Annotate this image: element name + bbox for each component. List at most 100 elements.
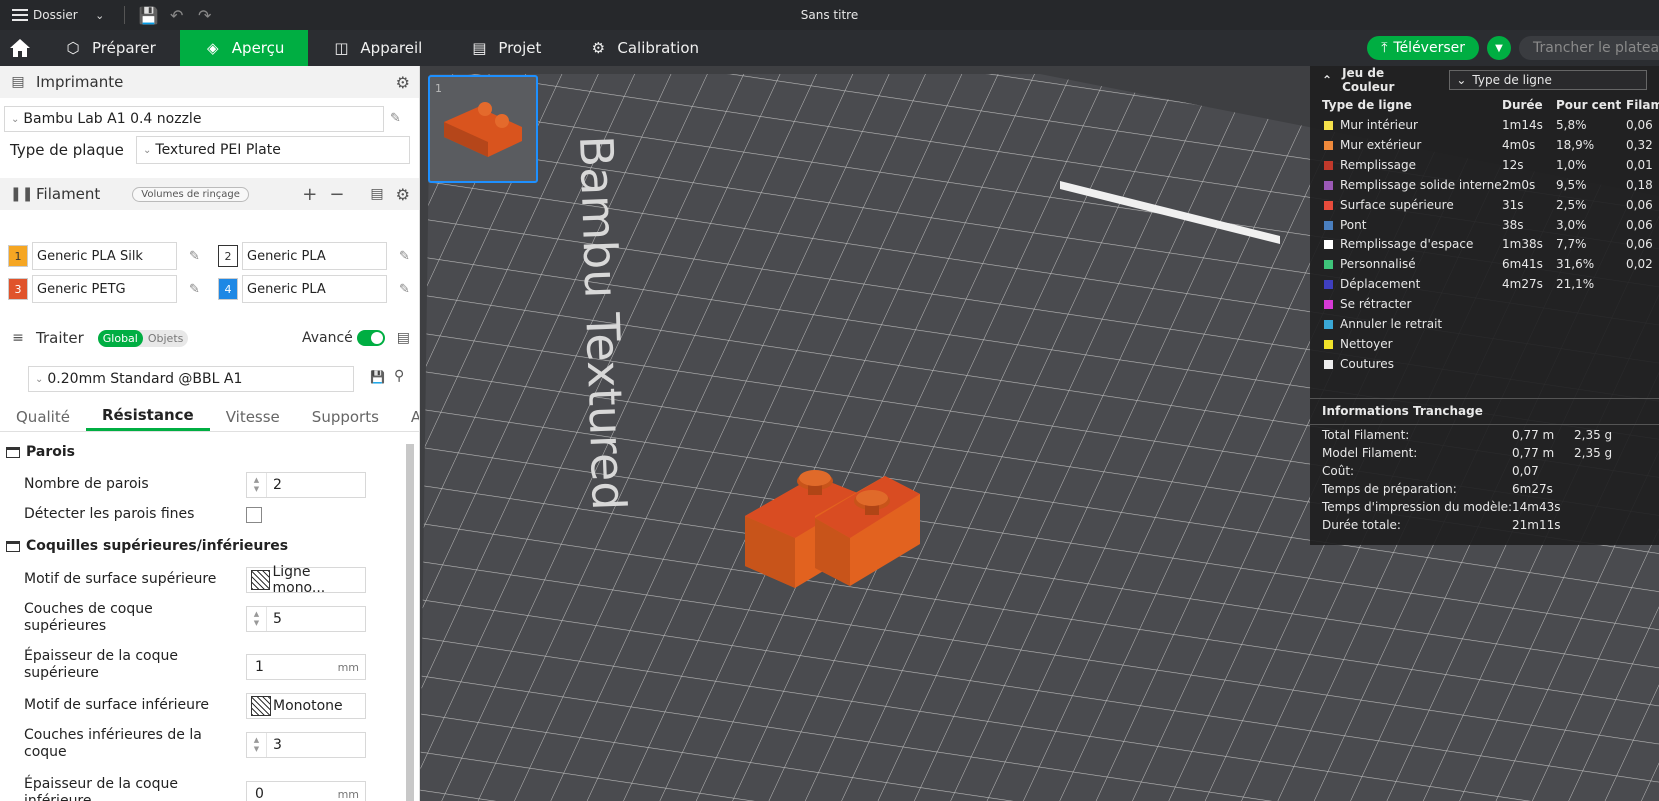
filament-slot-2[interactable]: 2 Generic PLA ✎ [218, 242, 410, 270]
legend-row[interactable]: Déplacement 4m27s 21,1% [1310, 275, 1659, 295]
filament-slot-1[interactable]: 1 Generic PLA Silk ✎ [8, 242, 200, 270]
chevron-up-icon[interactable]: ⌃ [1322, 73, 1332, 87]
filament-name[interactable]: Generic PLA [242, 275, 387, 303]
legend-swatch [1324, 180, 1333, 190]
legend-type-name: Annuler le retrait [1340, 317, 1443, 331]
slice-info-title: Informations Tranchage [1322, 404, 1483, 418]
home-button[interactable] [0, 30, 40, 66]
legend-filament: 0,06 [1626, 237, 1653, 252]
tab-preview[interactable]: ◈ Aperçu [179, 30, 309, 66]
legend-row[interactable]: Annuler le retrait [1310, 315, 1659, 335]
tab-strength[interactable]: Résistance [85, 402, 210, 431]
legend-row[interactable]: Remplissage 12s 1,0% 0,01 [1310, 156, 1659, 176]
tab-quality[interactable]: Qualité [0, 402, 86, 431]
search-icon[interactable]: ⚲ [394, 368, 404, 384]
file-menu-button[interactable]: Dossier [0, 0, 86, 30]
plate-type-select[interactable]: ⌄ Textured PEI Plate [136, 136, 410, 164]
info-key: Model Filament: [1322, 446, 1418, 460]
filament-color-swatch[interactable]: 1 [8, 245, 28, 267]
advanced-switch[interactable] [356, 330, 385, 346]
stepper-icon[interactable]: ▲ ▼ [247, 473, 267, 497]
top-thickness-input[interactable]: 1 mm [246, 654, 366, 680]
save-icon[interactable]: 💾 [370, 370, 385, 384]
save-icon[interactable]: 💾 [135, 6, 163, 25]
legend-row[interactable]: Coutures [1310, 355, 1659, 375]
process-preset-select[interactable]: ⌄ 0.20mm Standard @BBL A1 [28, 366, 354, 392]
bottom-layers-input[interactable]: ▲ ▼ 3 [246, 732, 366, 758]
tab-device[interactable]: ◫ Appareil [308, 30, 446, 66]
edit-icon[interactable]: ✎ [189, 249, 200, 264]
tab-other[interactable]: Autre [395, 402, 419, 431]
legend-type-name: Coutures [1340, 356, 1394, 371]
color-legend-panel: ⌃ Jeu de Couleur ⌄ Type de ligne Type de… [1310, 66, 1659, 545]
legend-view-value: Type de ligne [1472, 73, 1552, 87]
filament-slot-3[interactable]: 3 Generic PETG ✎ [8, 275, 200, 303]
stepper-icon[interactable]: ▲ ▼ [247, 733, 267, 757]
global-toggle[interactable]: Global [97, 329, 143, 347]
tab-project[interactable]: ▤ Projet [446, 30, 565, 66]
sync-icon[interactable]: ▤ [370, 186, 383, 202]
add-icon[interactable]: + [302, 184, 317, 205]
settings-sidebar: ▤ Imprimante ⚙ ⌄ Bambu Lab A1 0.4 nozzle… [0, 66, 420, 801]
tab-supports[interactable]: Supports [296, 402, 395, 431]
edit-icon[interactable]: ✎ [399, 282, 410, 297]
plate-type-label: Type de plaque [10, 141, 124, 159]
scrollbar-thumb[interactable] [406, 444, 414, 801]
tab-speed[interactable]: Vitesse [210, 402, 296, 431]
filament-color-swatch[interactable]: 3 [8, 278, 28, 300]
list-icon[interactable]: ▤ [397, 330, 410, 346]
legend-swatch [1324, 359, 1333, 369]
undo-icon[interactable]: ↶ [163, 6, 191, 25]
edit-icon[interactable]: ✎ [189, 282, 200, 297]
legend-row[interactable]: Mur intérieur 1m14s 5,8% 0,06 [1310, 116, 1659, 136]
slice-plate-button[interactable]: Trancher le plateau [1519, 36, 1659, 60]
slice-info-row: Coût: 0,07 [1322, 464, 1659, 482]
chevron-down-icon[interactable]: ⌄ [86, 9, 114, 22]
chevron-down-icon: ⌄ [143, 144, 152, 156]
gear-icon[interactable]: ⚙ [396, 73, 410, 92]
upload-button[interactable]: ⤒ Téléverser [1367, 36, 1479, 60]
legend-row[interactable]: Remplissage solide interne 2m0s 9,5% 0,18 [1310, 176, 1659, 196]
top-layers-input[interactable]: ▲ ▼ 5 [246, 606, 366, 632]
col-filament: Filam [1626, 98, 1659, 112]
tab-prepare[interactable]: ⬡ Préparer [40, 30, 180, 66]
filament-name[interactable]: Generic PLA [242, 242, 387, 270]
edit-icon[interactable]: ✎ [390, 111, 401, 126]
legend-row[interactable]: Se rétracter [1310, 295, 1659, 315]
top-pattern-value: Ligne mono... [272, 564, 326, 596]
legend-row[interactable]: Mur extérieur 4m0s 18,9% 0,32 [1310, 136, 1659, 156]
printer-select[interactable]: ⌄ Bambu Lab A1 0.4 nozzle [4, 106, 384, 132]
stepper-icon[interactable]: ▲ ▼ [247, 607, 267, 631]
top-pattern-select[interactable]: Ligne mono... [246, 564, 366, 596]
legend-row[interactable]: Personnalisé 6m41s 31,6% 0,02 [1310, 255, 1659, 275]
edit-icon[interactable]: ✎ [399, 249, 410, 264]
objects-toggle[interactable]: Objets [143, 330, 189, 347]
wall-count-input[interactable]: ▲ ▼ 2 [246, 472, 366, 498]
info-key: Temps de préparation: [1322, 482, 1457, 496]
bottom-thickness-input[interactable]: 0 mm [246, 781, 366, 801]
filament-color-swatch[interactable]: 4 [218, 278, 238, 300]
flush-volumes-button[interactable]: Volumes de rinçage [132, 186, 249, 202]
global-objects-toggle[interactable]: Global Objets [97, 329, 189, 347]
filament-color-swatch[interactable]: 2 [218, 245, 238, 267]
legend-row[interactable]: Pont 38s 3,0% 0,06 [1310, 216, 1659, 236]
divider [123, 6, 125, 24]
legend-row[interactable]: Surface supérieure 31s 2,5% 0,06 [1310, 196, 1659, 216]
settings-scrollbar[interactable] [406, 444, 414, 801]
legend-view-select[interactable]: ⌄ Type de ligne [1449, 70, 1647, 90]
tab-calibration-label: Calibration [617, 39, 700, 57]
slice-options-button[interactable]: ▼ [1487, 36, 1511, 60]
thin-walls-checkbox[interactable] [246, 507, 262, 523]
plate-thumbnail[interactable]: 1 [428, 75, 538, 183]
redo-icon[interactable]: ↷ [191, 6, 219, 25]
filament-slot-4[interactable]: 4 Generic PLA ✎ [218, 275, 410, 303]
remove-icon[interactable]: − [329, 184, 344, 205]
gear-icon[interactable]: ⚙ [396, 185, 410, 204]
legend-row[interactable]: Remplissage d'espace 1m38s 7,7% 0,06 [1310, 235, 1659, 255]
bottom-pattern-select[interactable]: Monotone [246, 693, 366, 719]
legend-row[interactable]: Nettoyer [1310, 335, 1659, 355]
filament-name[interactable]: Generic PETG [32, 275, 177, 303]
filament-name[interactable]: Generic PLA Silk [32, 242, 177, 270]
legend-swatch [1324, 300, 1333, 310]
tab-calibration[interactable]: ⚙ Calibration [565, 30, 723, 66]
